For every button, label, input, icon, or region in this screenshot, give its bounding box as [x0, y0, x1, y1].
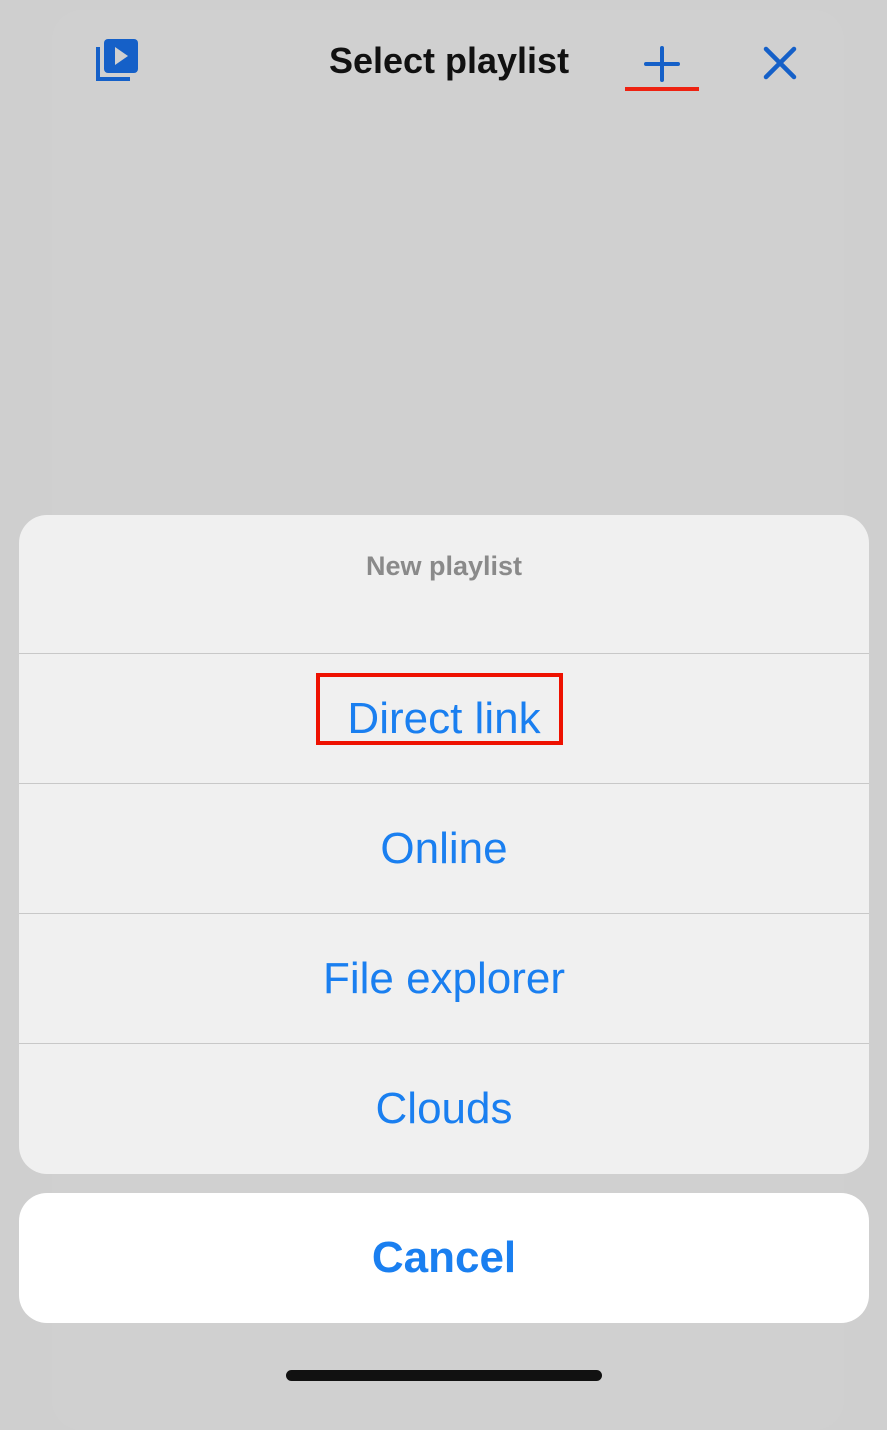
- direct-link-highlight-box: [316, 673, 563, 745]
- action-sheet-header: New playlist: [19, 515, 869, 654]
- close-icon[interactable]: [757, 40, 803, 86]
- playlist-play-icon[interactable]: [92, 37, 140, 85]
- home-indicator[interactable]: [286, 1370, 602, 1381]
- clouds-option[interactable]: Clouds: [19, 1044, 869, 1174]
- add-button-highlight-underline: [625, 87, 699, 91]
- cancel-button[interactable]: Cancel: [19, 1193, 869, 1323]
- action-sheet-title: New playlist: [365, 551, 523, 581]
- sheet-header: Select playlist: [52, 10, 844, 110]
- file-explorer-option[interactable]: File explorer: [19, 914, 869, 1044]
- new-playlist-action-sheet: New playlist Direct link Online File exp…: [19, 515, 869, 1174]
- online-option[interactable]: Online: [19, 784, 869, 914]
- sheet-title: Select playlist: [328, 40, 570, 81]
- plus-icon[interactable]: [624, 36, 700, 92]
